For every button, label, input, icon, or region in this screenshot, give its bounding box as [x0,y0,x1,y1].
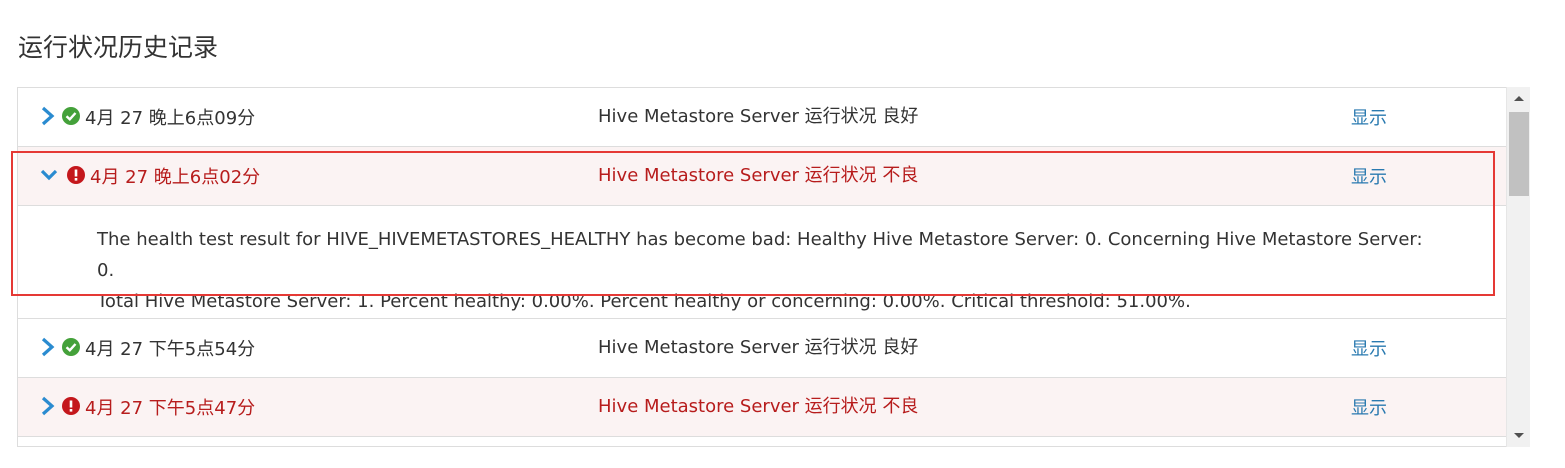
scroll-thumb[interactable] [1509,112,1529,196]
history-row[interactable]: 4月 27 下午5点54分 Hive Metastore Server 运行状况… [18,319,1506,378]
chevron-right-icon[interactable] [40,396,56,416]
vertical-scrollbar[interactable] [1506,87,1530,447]
show-link[interactable]: 显示 [1351,163,1387,189]
detail-line-2: Total Hive Metastore Server: 1. Percent … [97,291,1191,312]
row-time: 4月 27 晚上6点02分 [90,167,261,188]
row-time: 4月 27 晚上6点09分 [85,108,256,129]
chevron-down-icon[interactable] [40,167,58,187]
row-detail: The health test result for HIVE_HIVEMETA… [18,206,1506,319]
row-message: Hive Metastore Server 运行状况 良好 [598,337,919,358]
show-link[interactable]: 显示 [1351,335,1387,361]
show-link[interactable]: 显示 [1351,394,1387,420]
row-message: Hive Metastore Server 运行状况 良好 [598,106,919,127]
row-message: Hive Metastore Server 运行状况 不良 [598,165,919,186]
history-row[interactable]: 4月 27 晚上6点02分 Hive Metastore Server 运行状况… [18,147,1506,206]
chevron-right-icon[interactable] [40,337,56,357]
row-message: Hive Metastore Server 运行状况 不良 [598,396,919,417]
detail-line-1: The health test result for HIVE_HIVEMETA… [97,229,1423,281]
page-title: 运行状况历史记录 [18,33,219,62]
scroll-down-arrow-icon[interactable] [1507,423,1531,447]
show-link[interactable]: 显示 [1351,104,1387,130]
health-history-list: 4月 27 晚上6点09分 Hive Metastore Server 运行状况… [17,87,1506,447]
history-row[interactable]: 4月 27 晚上6点09分 Hive Metastore Server 运行状况… [18,88,1506,147]
row-time: 4月 27 下午5点47分 [85,398,256,419]
exclamation-circle-icon [62,397,80,415]
exclamation-circle-icon [67,166,85,184]
chevron-right-icon[interactable] [40,106,56,126]
history-row[interactable]: 4月 27 下午5点47分 Hive Metastore Server 运行状况… [18,378,1506,437]
row-time: 4月 27 下午5点54分 [85,339,256,360]
scroll-up-arrow-icon[interactable] [1507,87,1531,111]
check-circle-icon [62,107,80,125]
check-circle-icon [62,338,80,356]
